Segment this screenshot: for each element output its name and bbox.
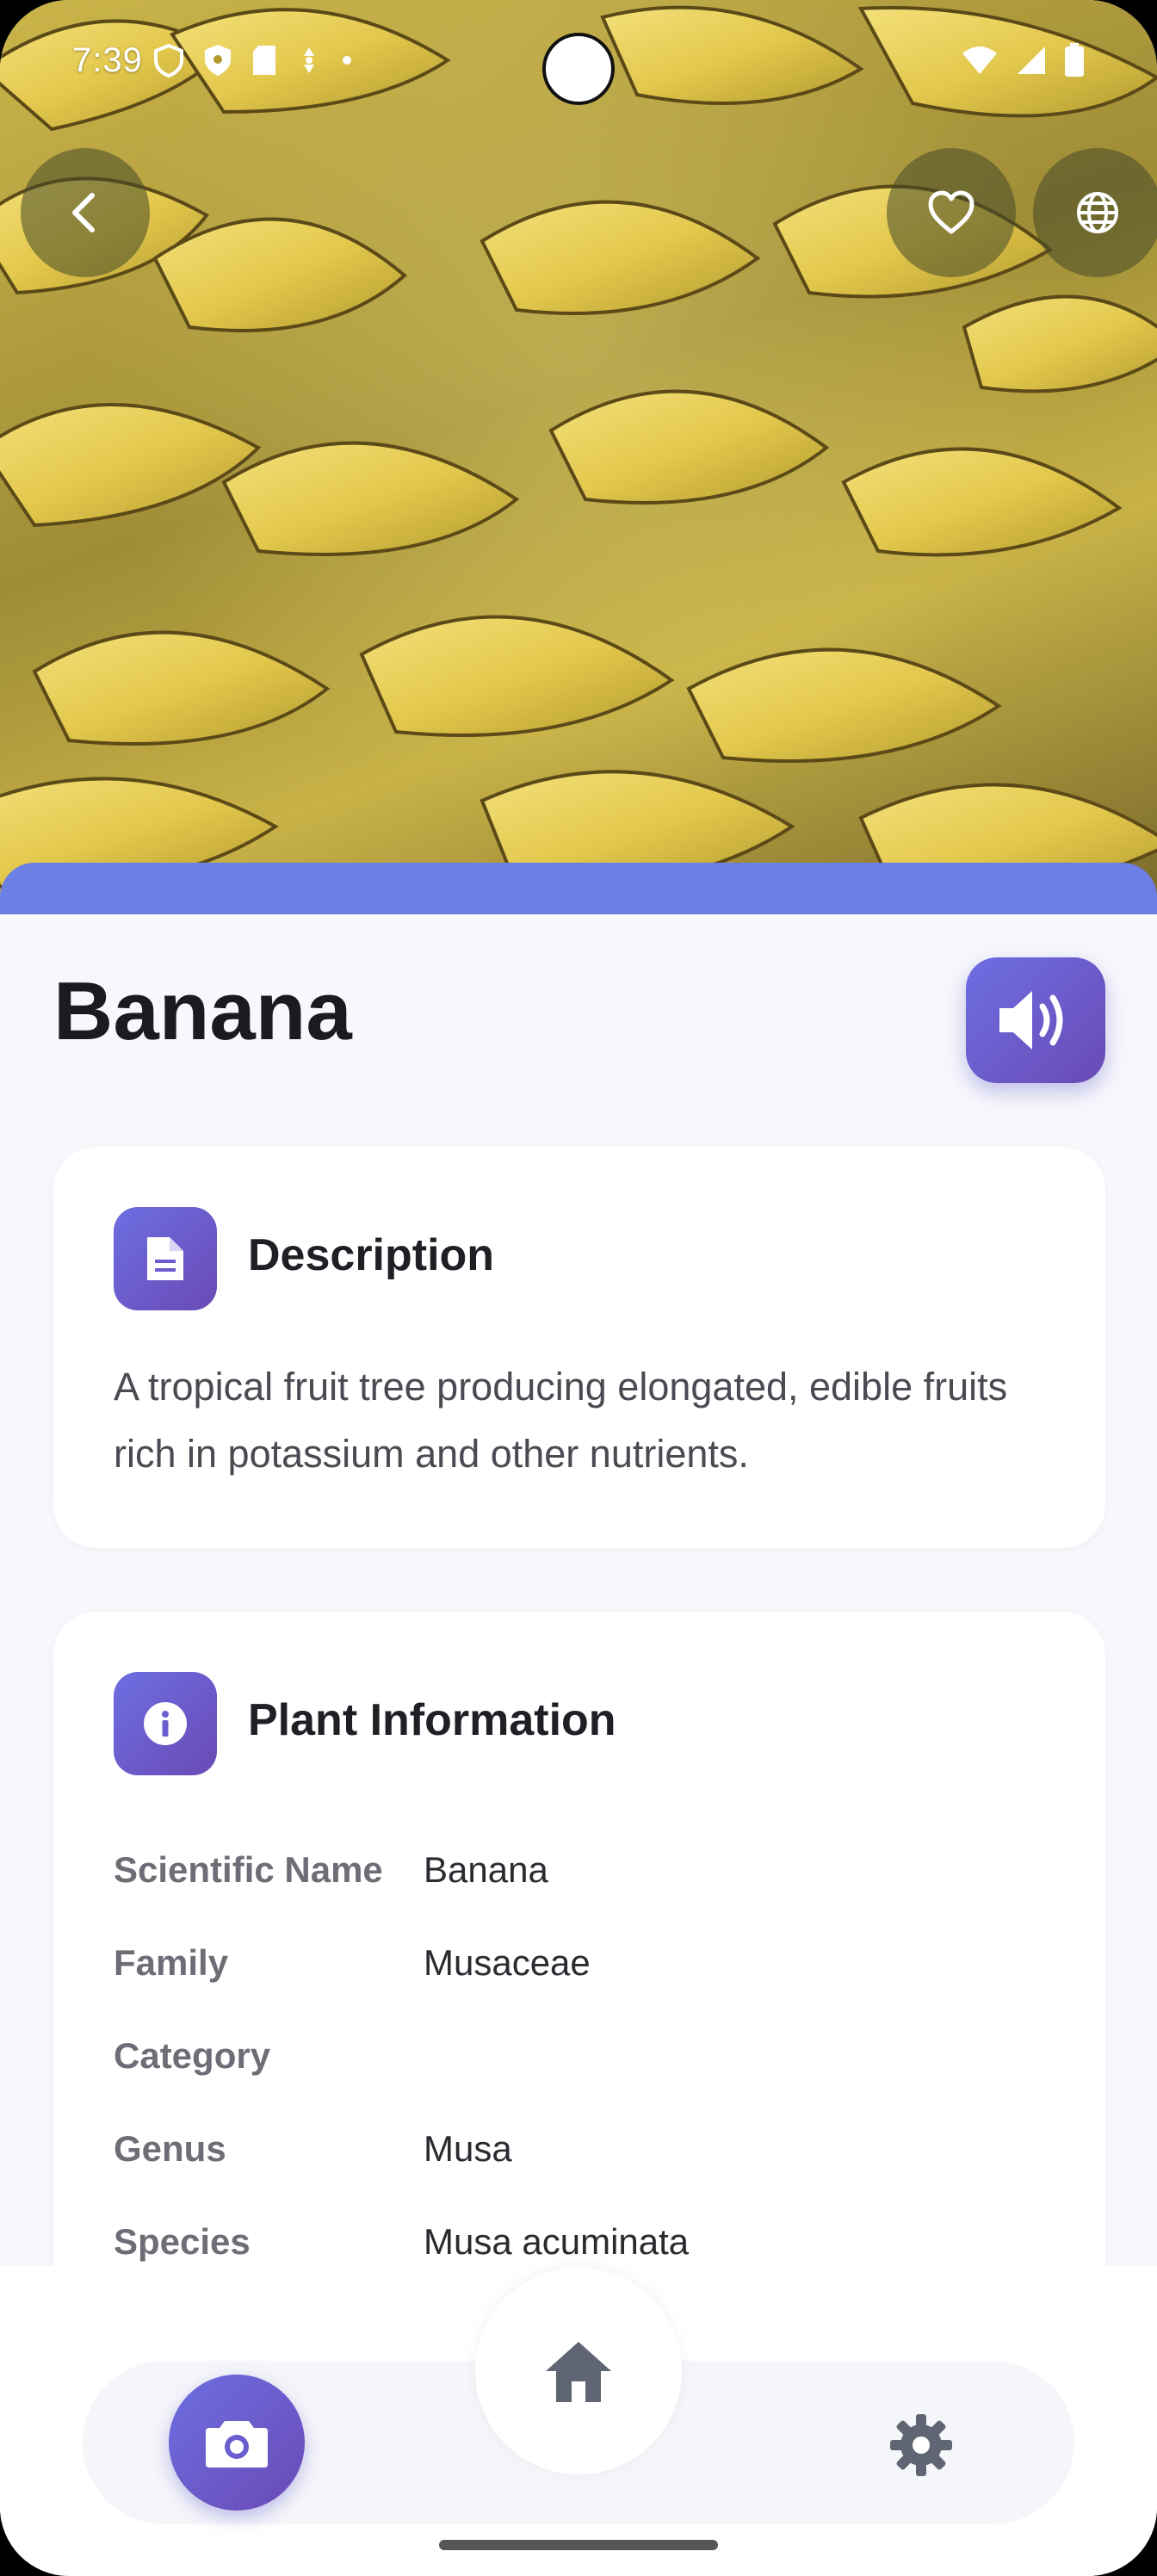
wifi-icon	[962, 46, 997, 74]
info-label: Species	[114, 2221, 251, 2262]
status-time: 7:39	[72, 41, 143, 79]
home-icon	[546, 2342, 611, 2402]
heart-outline-icon	[928, 190, 974, 234]
description-card: Description A tropical fruit tree produc…	[53, 1147, 1105, 1548]
info-label: Category	[114, 2035, 271, 2076]
screen: 7:39 Banana Description A tropical fruit…	[0, 0, 1157, 2576]
document-icon	[147, 1237, 183, 1280]
description-title: Description	[248, 1230, 495, 1280]
dot-icon	[343, 56, 351, 65]
battery-icon	[1065, 43, 1084, 77]
settings-button[interactable]	[869, 2402, 973, 2488]
signal-icon	[1018, 46, 1045, 74]
plant-information-title: Plant Information	[248, 1695, 616, 1745]
info-value: Musaceae	[424, 1942, 591, 1983]
shield-outline-icon	[154, 43, 183, 77]
info-value: Musa acuminata	[424, 2221, 690, 2262]
camera-icon	[206, 2421, 268, 2468]
description-icon-box	[114, 1207, 217, 1310]
info-label: Scientific Name	[114, 1849, 383, 1890]
plant-name-title: Banana	[53, 965, 352, 1057]
gesture-home-indicator[interactable]	[439, 2540, 718, 2550]
info-label: Genus	[114, 2128, 226, 2169]
info-icon-box	[114, 1672, 217, 1775]
home-button[interactable]	[475, 2268, 682, 2474]
info-label: Family	[114, 1942, 229, 1983]
hero-accent-strip	[0, 863, 1157, 914]
status-bar: 7:39	[0, 0, 1157, 129]
front-camera	[542, 33, 615, 105]
info-value: Banana	[424, 1849, 548, 1890]
info-icon	[144, 1702, 187, 1745]
language-button[interactable]	[1033, 148, 1157, 277]
camera-button[interactable]	[169, 2375, 305, 2511]
back-button[interactable]	[21, 148, 150, 277]
chevron-left-icon	[72, 193, 95, 232]
banana-illustration	[0, 5, 1157, 895]
volume-icon	[999, 991, 1063, 1050]
description-text: A tropical fruit tree producing elongate…	[114, 1365, 1008, 1476]
globe-icon	[1077, 192, 1118, 233]
hero-image	[0, 0, 1157, 895]
shield-icon	[205, 45, 231, 76]
fan-icon	[304, 47, 314, 73]
info-value: Musa	[424, 2128, 512, 2169]
status-icons-right	[961, 43, 1085, 77]
speak-button[interactable]	[966, 957, 1105, 1083]
gear-icon	[890, 2414, 952, 2476]
favorite-button[interactable]	[887, 148, 1016, 277]
sd-card-icon	[253, 46, 275, 75]
status-icons-left	[153, 43, 353, 77]
